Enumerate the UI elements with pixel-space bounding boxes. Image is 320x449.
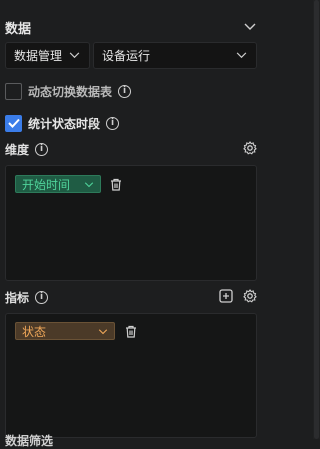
- chevron-down-icon[interactable]: [98, 324, 108, 338]
- checkmark-icon: [7, 118, 20, 128]
- gear-icon[interactable]: [243, 140, 257, 159]
- properties-panel: 数据 数据管理 设备运行 动态切换数据表 i 统计状态时段 i 维度 i 开始时…: [0, 0, 267, 448]
- filter-section-label: 数据筛选: [5, 434, 54, 448]
- info-icon[interactable]: i: [35, 290, 49, 304]
- metric-field-name: 状态: [22, 324, 47, 339]
- dataset-type-value: 数据管理: [14, 49, 63, 63]
- dataset-name-value: 设备运行: [102, 49, 151, 63]
- metric-label: 指标: [5, 290, 30, 305]
- chevron-down-icon: [67, 49, 81, 63]
- dimension-label: 维度: [5, 142, 30, 157]
- info-icon[interactable]: i: [118, 84, 132, 98]
- dynamic-switch-checkbox[interactable]: [5, 82, 22, 100]
- gear-icon[interactable]: [243, 288, 257, 307]
- dimension-field-pill[interactable]: 开始时间: [15, 175, 101, 193]
- stat-time-checkbox[interactable]: [5, 114, 22, 132]
- stat-time-label: 统计状态时段: [28, 116, 101, 131]
- chevron-down-icon: [234, 49, 248, 63]
- data-section-header[interactable]: 数据: [5, 16, 257, 38]
- scrollbar-thumb[interactable]: [314, 0, 319, 439]
- trash-icon[interactable]: [124, 324, 138, 338]
- stat-time-option[interactable]: 统计状态时段 i: [5, 113, 120, 133]
- info-icon[interactable]: i: [106, 116, 120, 130]
- dimension-header: 维度 i: [5, 139, 257, 159]
- scrollbar[interactable]: [313, 0, 320, 439]
- dimension-field-name: 开始时间: [22, 177, 71, 192]
- add-icon[interactable]: [219, 288, 233, 307]
- metric-field-pill[interactable]: 状态: [15, 322, 115, 340]
- dynamic-switch-option[interactable]: 动态切换数据表 i: [5, 81, 132, 101]
- section-title: 数据: [5, 21, 32, 37]
- dynamic-switch-label: 动态切换数据表: [28, 84, 113, 99]
- dataset-type-select[interactable]: 数据管理: [5, 42, 90, 69]
- info-icon[interactable]: i: [35, 142, 49, 156]
- dataset-name-select[interactable]: 设备运行: [93, 42, 257, 69]
- chevron-down-icon[interactable]: [243, 20, 257, 34]
- metric-header: 指标 i: [5, 287, 257, 307]
- chevron-down-icon[interactable]: [84, 177, 94, 191]
- trash-icon[interactable]: [109, 177, 123, 191]
